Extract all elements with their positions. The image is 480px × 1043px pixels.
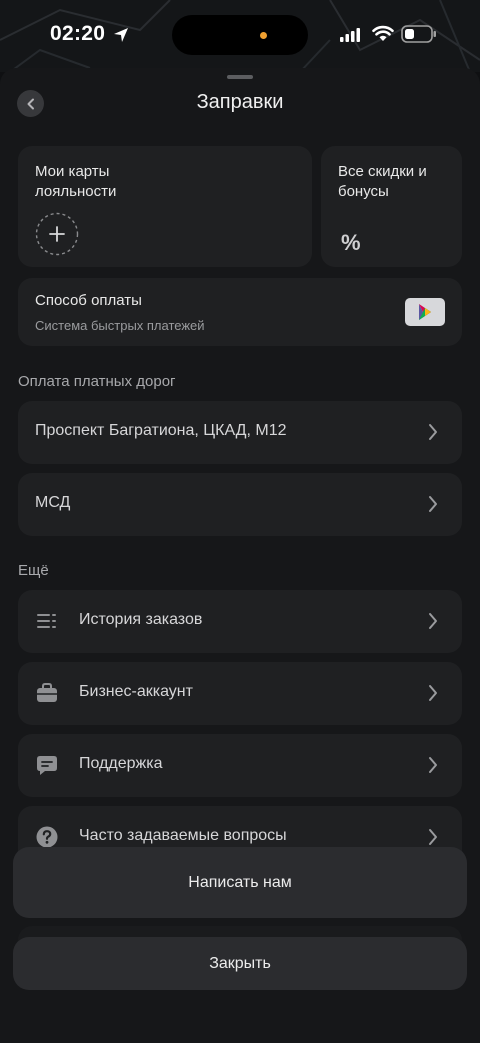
- discounts-tile[interactable]: Все скидки и бонусы %: [321, 146, 462, 267]
- page-title: Заправки: [196, 91, 284, 113]
- write-to-us-button[interactable]: Написать нам: [13, 847, 467, 918]
- chevron-right-icon: [429, 613, 437, 629]
- cellular-signal-icon: [340, 28, 360, 42]
- sbp-logo-icon: [405, 298, 445, 326]
- toll-road-label: МСД: [35, 494, 71, 511]
- loyalty-cards-tile[interactable]: Мои карты лояльности: [18, 146, 312, 267]
- toll-roads-section-label: Оплата платных дорог: [18, 373, 176, 390]
- chevron-right-icon: [429, 496, 437, 512]
- menu-item-label: История заказов: [79, 611, 203, 628]
- chevron-right-icon: [429, 424, 437, 440]
- percent-icon: %: [341, 230, 361, 255]
- toll-road-item[interactable]: МСД: [18, 473, 462, 536]
- menu-item-business-account[interactable]: Бизнес-аккаунт: [18, 662, 462, 725]
- dynamic-island: [172, 15, 308, 55]
- question-icon: [36, 826, 58, 848]
- list-icon: [37, 614, 56, 628]
- discounts-title: Все скидки и бонусы: [338, 163, 427, 200]
- more-section-label: Ещё: [18, 562, 49, 579]
- battery-icon: [401, 25, 436, 43]
- menu-item-support[interactable]: Поддержка: [18, 734, 462, 797]
- add-card-icon[interactable]: [35, 212, 79, 256]
- close-button[interactable]: Закрыть: [13, 937, 467, 990]
- loyalty-cards-title: Мои карты лояльности: [35, 163, 117, 200]
- sheet-grabber[interactable]: [227, 75, 253, 79]
- menu-item-label: Часто задаваемые вопросы: [79, 827, 287, 844]
- menu-item-order-history[interactable]: История заказов: [18, 590, 462, 653]
- payment-method-tile[interactable]: Способ оплаты Система быстрых платежей: [18, 278, 462, 346]
- payment-method-subtitle: Система быстрых платежей: [35, 318, 205, 333]
- wifi-icon: [372, 25, 394, 41]
- chevron-right-icon: [429, 757, 437, 773]
- toll-road-item[interactable]: Проспект Багратиона, ЦКАД, М12: [18, 401, 462, 464]
- chat-icon: [37, 756, 57, 775]
- privacy-indicator-dot: [260, 32, 267, 39]
- chevron-right-icon: [429, 685, 437, 701]
- payment-method-title: Способ оплаты: [35, 292, 142, 309]
- chevron-right-icon: [429, 829, 437, 845]
- location-arrow-icon: [114, 28, 128, 42]
- status-bar: 02:20: [0, 0, 480, 72]
- toll-road-label: Проспект Багратиона, ЦКАД, М12: [35, 422, 287, 439]
- menu-item-label: Поддержка: [79, 755, 163, 772]
- clock: 02:20: [50, 22, 106, 45]
- briefcase-icon: [37, 683, 57, 702]
- menu-item-label: Бизнес-аккаунт: [79, 683, 193, 700]
